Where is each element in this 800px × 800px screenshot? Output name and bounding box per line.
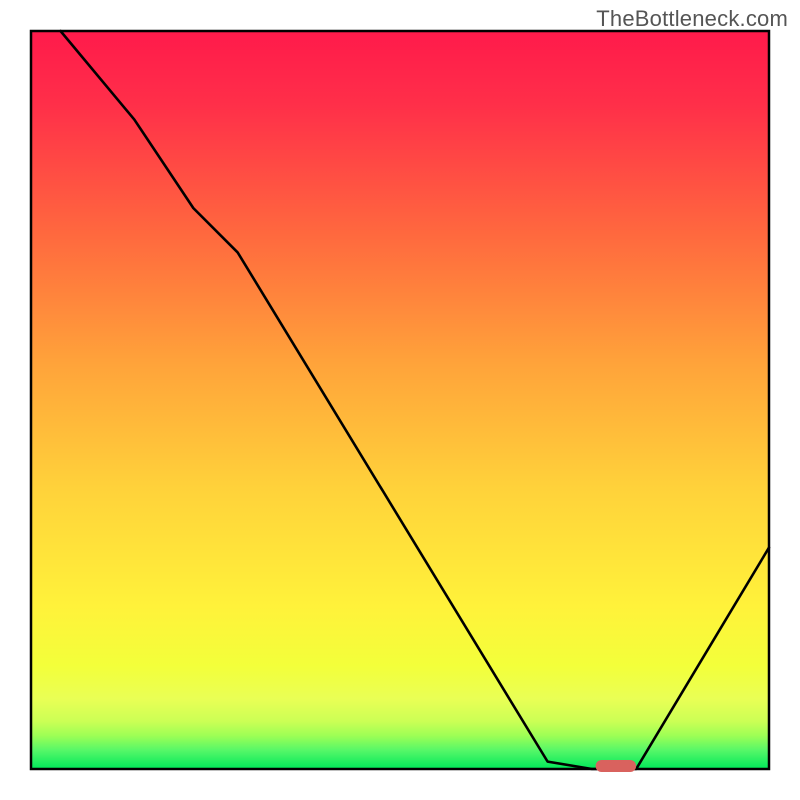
optimal-range-marker bbox=[596, 760, 637, 772]
chart-background bbox=[31, 31, 769, 769]
chart-container: TheBottleneck.com bbox=[0, 0, 800, 800]
bottleneck-chart bbox=[0, 0, 800, 800]
